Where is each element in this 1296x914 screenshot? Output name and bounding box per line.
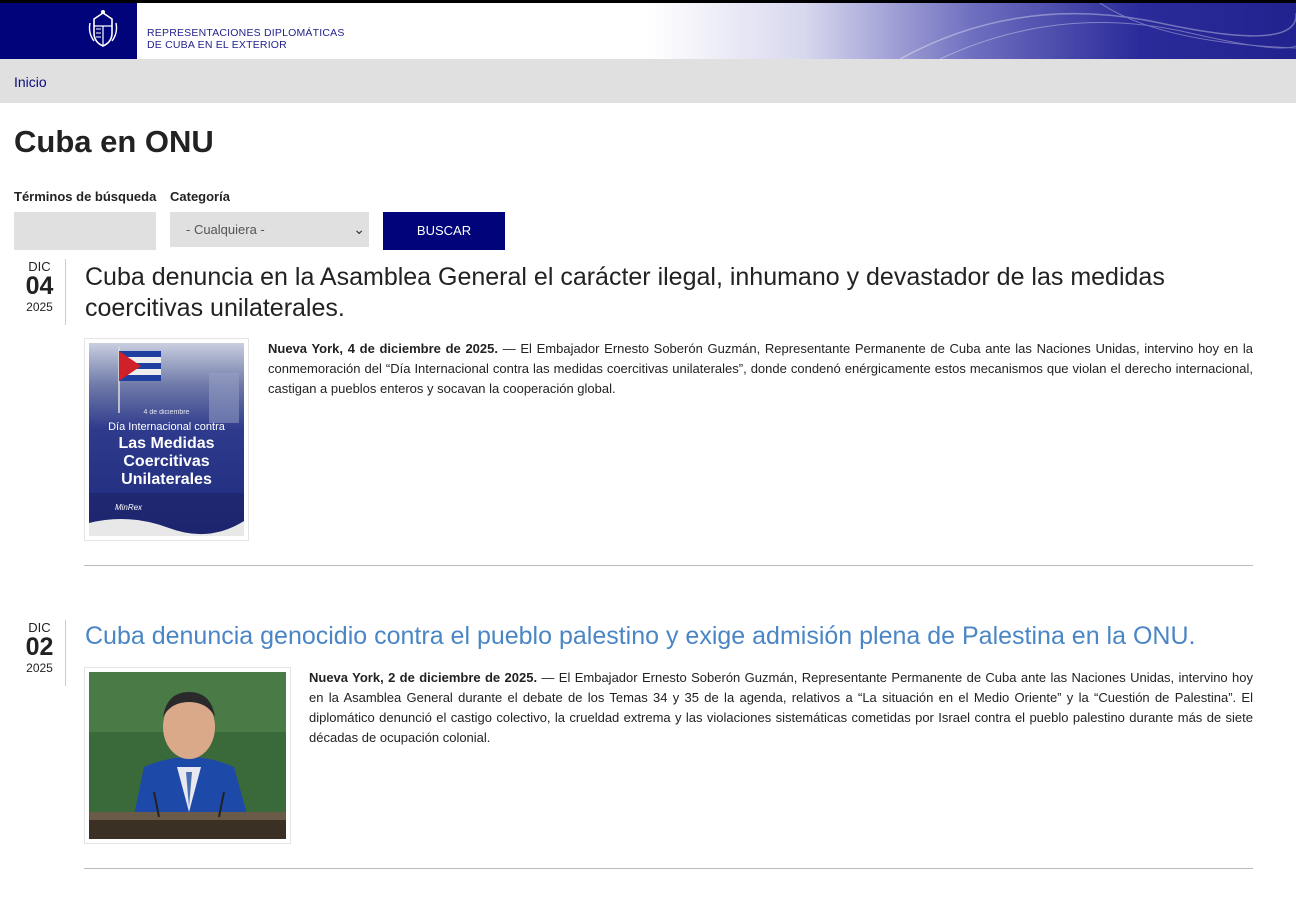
poster-line-4: Unilaterales [121,471,212,488]
article-date-day: 02 [25,633,54,661]
article-divider [84,565,1253,566]
article-image[interactable] [84,667,291,844]
article-date-day: 04 [25,272,54,300]
article-summary: Nueva York, 4 de diciembre de 2025. — El… [268,339,1253,399]
site-title-line-2: DE CUBA EN EL EXTERIOR [147,39,287,51]
search-input[interactable] [14,212,156,250]
search-button[interactable]: BUSCAR [383,212,505,250]
article-date-year: 2025 [26,661,53,675]
header-decoration [900,3,1296,59]
chevron-down-icon: ⌄ [353,221,365,237]
article-lead: Nueva York, 4 de diciembre de 2025. [268,341,498,356]
poster-line-3: Coercitivas [123,453,210,470]
page-title: Cuba en ONU [14,124,214,159]
category-label: Categoría [170,189,230,204]
poster-line-1: Día Internacional contra [108,421,225,433]
speaker-photo-icon [89,672,286,839]
breadcrumb-home-link[interactable]: Inicio [14,74,47,90]
article-image[interactable]: 4 de diciembre Día Internacional contra … [84,338,249,541]
article-date: DIC 04 2025 [14,259,66,325]
site-header: REPRESENTACIONES DIPLOMÁTICAS DE CUBA EN… [0,3,1296,59]
article-lead: Nueva York, 2 de diciembre de 2025. [309,670,538,685]
article-date-year: 2025 [26,300,53,314]
logo-block[interactable] [0,3,137,59]
site-title-line-1: REPRESENTACIONES DIPLOMÁTICAS [147,27,345,39]
search-terms-label: Términos de búsqueda [14,189,157,204]
article-summary: Nueva York, 2 de diciembre de 2025. — El… [309,668,1253,748]
poster-signature: MinRex [114,503,143,512]
article-divider [84,868,1253,869]
breadcrumb: Inicio [0,59,1296,103]
site-title[interactable]: REPRESENTACIONES DIPLOMÁTICAS DE CUBA EN… [147,27,345,51]
article-date: DIC 02 2025 [14,620,66,686]
article-title[interactable]: Cuba denuncia en la Asamblea General el … [85,262,1255,324]
article-title[interactable]: Cuba denuncia genocidio contra el pueblo… [85,621,1255,652]
category-select-value: - Cualquiera - [186,222,265,237]
category-select[interactable]: - Cualquiera - ⌄ [170,212,369,247]
coat-of-arms-icon [88,10,118,47]
poster-small-text: 4 de diciembre [143,409,190,416]
poster-line-2: Las Medidas [118,435,215,452]
